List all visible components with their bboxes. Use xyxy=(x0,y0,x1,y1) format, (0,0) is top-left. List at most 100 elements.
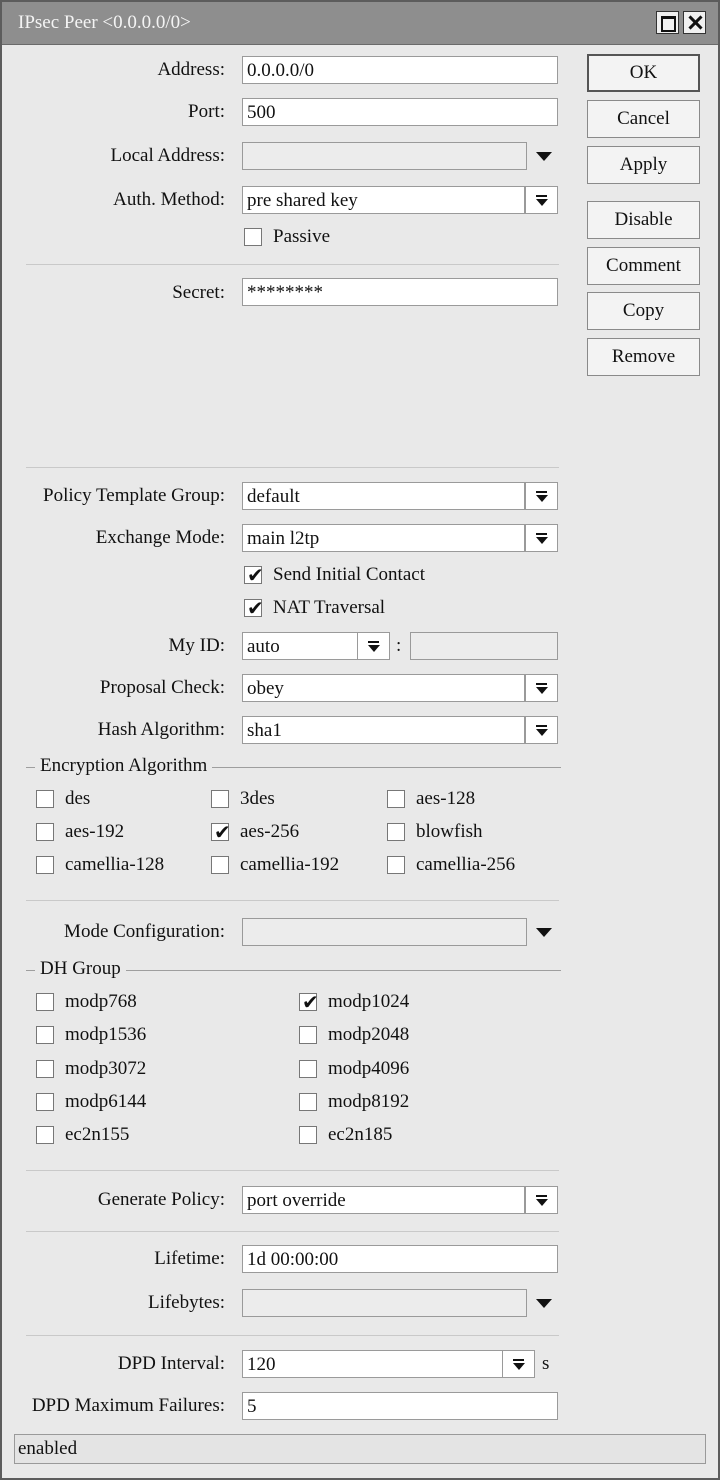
dropdown-button-icon[interactable] xyxy=(357,632,390,660)
checkbox-box[interactable] xyxy=(387,823,405,841)
mode-configuration-input[interactable] xyxy=(242,918,527,946)
address-label: Address: xyxy=(157,59,225,80)
dropdown-button-icon[interactable] xyxy=(525,524,558,552)
checkbox-box[interactable] xyxy=(211,790,229,808)
checkbox-box[interactable] xyxy=(36,1060,54,1078)
enc-aes128-checkbox[interactable]: aes-128 xyxy=(387,788,547,812)
apply-button[interactable]: Apply xyxy=(587,146,700,184)
checkbox-box[interactable]: ✔ xyxy=(244,563,264,587)
dh-ec2n185-checkbox[interactable]: ec2n185 xyxy=(299,1124,499,1148)
send-initial-contact-checkbox[interactable]: ✔ Send Initial Contact xyxy=(244,563,504,588)
dh-modp1536-checkbox[interactable]: modp1536 xyxy=(36,1024,236,1048)
enc-camellia192-label: camellia-192 xyxy=(240,854,340,875)
nat-traversal-checkbox[interactable]: ✔ NAT Traversal xyxy=(244,596,444,621)
enc-aes192-checkbox[interactable]: aes-192 xyxy=(36,821,196,845)
dh-modp3072-checkbox[interactable]: modp3072 xyxy=(36,1058,236,1082)
disable-button[interactable]: Disable xyxy=(587,201,700,239)
title-bar[interactable]: IPsec Peer <0.0.0.0/0> xyxy=(2,2,718,45)
dh-modp1024-checkbox[interactable]: ✔ modp1024 xyxy=(299,990,499,1015)
my-id-select[interactable]: auto xyxy=(242,632,358,660)
status-bar: enabled xyxy=(14,1434,706,1464)
exchange-mode-label: Exchange Mode: xyxy=(95,527,225,548)
checkbox-box[interactable] xyxy=(299,1026,317,1044)
separator xyxy=(26,467,559,468)
dh-modp6144-checkbox[interactable]: modp6144 xyxy=(36,1091,236,1115)
enc-des-label: des xyxy=(65,788,91,809)
comment-button[interactable]: Comment xyxy=(587,247,700,285)
dh-ec2n185-label: ec2n185 xyxy=(328,1124,393,1145)
address-input[interactable]: 0.0.0.0/0 xyxy=(242,56,558,84)
enc-3des-label: 3des xyxy=(240,788,275,809)
port-input[interactable]: 500 xyxy=(242,98,558,126)
enc-camellia128-checkbox[interactable]: camellia-128 xyxy=(36,854,206,878)
dropdown-button-icon[interactable] xyxy=(525,674,558,702)
maximize-icon[interactable] xyxy=(656,11,679,34)
dropdown-button-icon[interactable] xyxy=(525,716,558,744)
dh-modp768-label: modp768 xyxy=(65,991,137,1012)
dropdown-arrow-icon[interactable] xyxy=(535,150,553,162)
checkbox-box[interactable]: ✔ xyxy=(211,820,231,844)
enc-aes256-checkbox[interactable]: ✔ aes-256 xyxy=(211,820,371,845)
passive-checkbox[interactable]: Passive xyxy=(244,226,394,250)
checkbox-box[interactable] xyxy=(387,856,405,874)
copy-button[interactable]: Copy xyxy=(587,292,700,330)
proposal-check-select[interactable]: obey xyxy=(242,674,525,702)
checkbox-box[interactable] xyxy=(36,823,54,841)
dh-modp8192-checkbox[interactable]: modp8192 xyxy=(299,1091,499,1115)
lifebytes-input[interactable] xyxy=(242,1289,527,1317)
enc-3des-checkbox[interactable]: 3des xyxy=(211,788,371,812)
checkmark-icon: ✔ xyxy=(214,820,231,844)
checkbox-box[interactable] xyxy=(387,790,405,808)
close-icon[interactable] xyxy=(683,11,706,34)
dh-ec2n155-checkbox[interactable]: ec2n155 xyxy=(36,1124,236,1148)
dh-modp2048-checkbox[interactable]: modp2048 xyxy=(299,1024,499,1048)
hash-algorithm-select[interactable]: sha1 xyxy=(242,716,525,744)
dpd-interval-input[interactable]: 120 xyxy=(242,1350,503,1378)
dh-group-title: DH Group xyxy=(35,958,126,980)
enc-camellia192-checkbox[interactable]: camellia-192 xyxy=(211,854,381,878)
dh-group-group: DH Group xyxy=(26,958,561,982)
checkbox-box[interactable] xyxy=(36,790,54,808)
remove-button[interactable]: Remove xyxy=(587,338,700,376)
checkbox-box[interactable] xyxy=(299,1093,317,1111)
generate-policy-select[interactable]: port override xyxy=(242,1186,525,1214)
dropdown-arrow-icon[interactable] xyxy=(535,1297,553,1309)
dropdown-button-icon[interactable] xyxy=(502,1350,535,1378)
my-id-extra-input[interactable] xyxy=(410,632,558,660)
cancel-button[interactable]: Cancel xyxy=(587,100,700,138)
checkbox-box[interactable]: ✔ xyxy=(299,990,319,1014)
dropdown-button-icon[interactable] xyxy=(525,482,558,510)
checkbox-box[interactable] xyxy=(36,1026,54,1044)
checkbox-box[interactable] xyxy=(36,993,54,1011)
checkbox-box[interactable] xyxy=(244,228,262,246)
dh-modp3072-label: modp3072 xyxy=(65,1058,147,1079)
checkbox-box[interactable] xyxy=(299,1126,317,1144)
dh-modp768-checkbox[interactable]: modp768 xyxy=(36,991,236,1015)
auth-method-select[interactable]: pre shared key xyxy=(242,186,525,214)
checkbox-box[interactable] xyxy=(36,1093,54,1111)
send-initial-contact-label: Send Initial Contact xyxy=(273,564,425,585)
policy-template-group-select[interactable]: default xyxy=(242,482,525,510)
local-address-input[interactable] xyxy=(242,142,527,170)
separator xyxy=(26,900,559,901)
my-id-label: My ID: xyxy=(168,635,225,656)
checkbox-box[interactable] xyxy=(36,856,54,874)
separator xyxy=(26,1170,559,1171)
checkbox-box[interactable] xyxy=(299,1060,317,1078)
dropdown-button-icon[interactable] xyxy=(525,186,558,214)
exchange-mode-select[interactable]: main l2tp xyxy=(242,524,525,552)
secret-input[interactable]: ******** xyxy=(242,278,558,306)
enc-blowfish-checkbox[interactable]: blowfish xyxy=(387,821,547,845)
checkbox-box[interactable] xyxy=(36,1126,54,1144)
dpd-max-failures-input[interactable]: 5 xyxy=(242,1392,558,1420)
enc-aes192-label: aes-192 xyxy=(65,821,125,842)
dropdown-button-icon[interactable] xyxy=(525,1186,558,1214)
enc-des-checkbox[interactable]: des xyxy=(36,788,196,812)
dh-modp4096-checkbox[interactable]: modp4096 xyxy=(299,1058,499,1082)
lifetime-input[interactable]: 1d 00:00:00 xyxy=(242,1245,558,1273)
enc-camellia256-checkbox[interactable]: camellia-256 xyxy=(387,854,557,878)
ok-button[interactable]: OK xyxy=(587,54,700,92)
checkbox-box[interactable] xyxy=(211,856,229,874)
dropdown-arrow-icon[interactable] xyxy=(535,926,553,938)
checkbox-box[interactable]: ✔ xyxy=(244,596,264,620)
